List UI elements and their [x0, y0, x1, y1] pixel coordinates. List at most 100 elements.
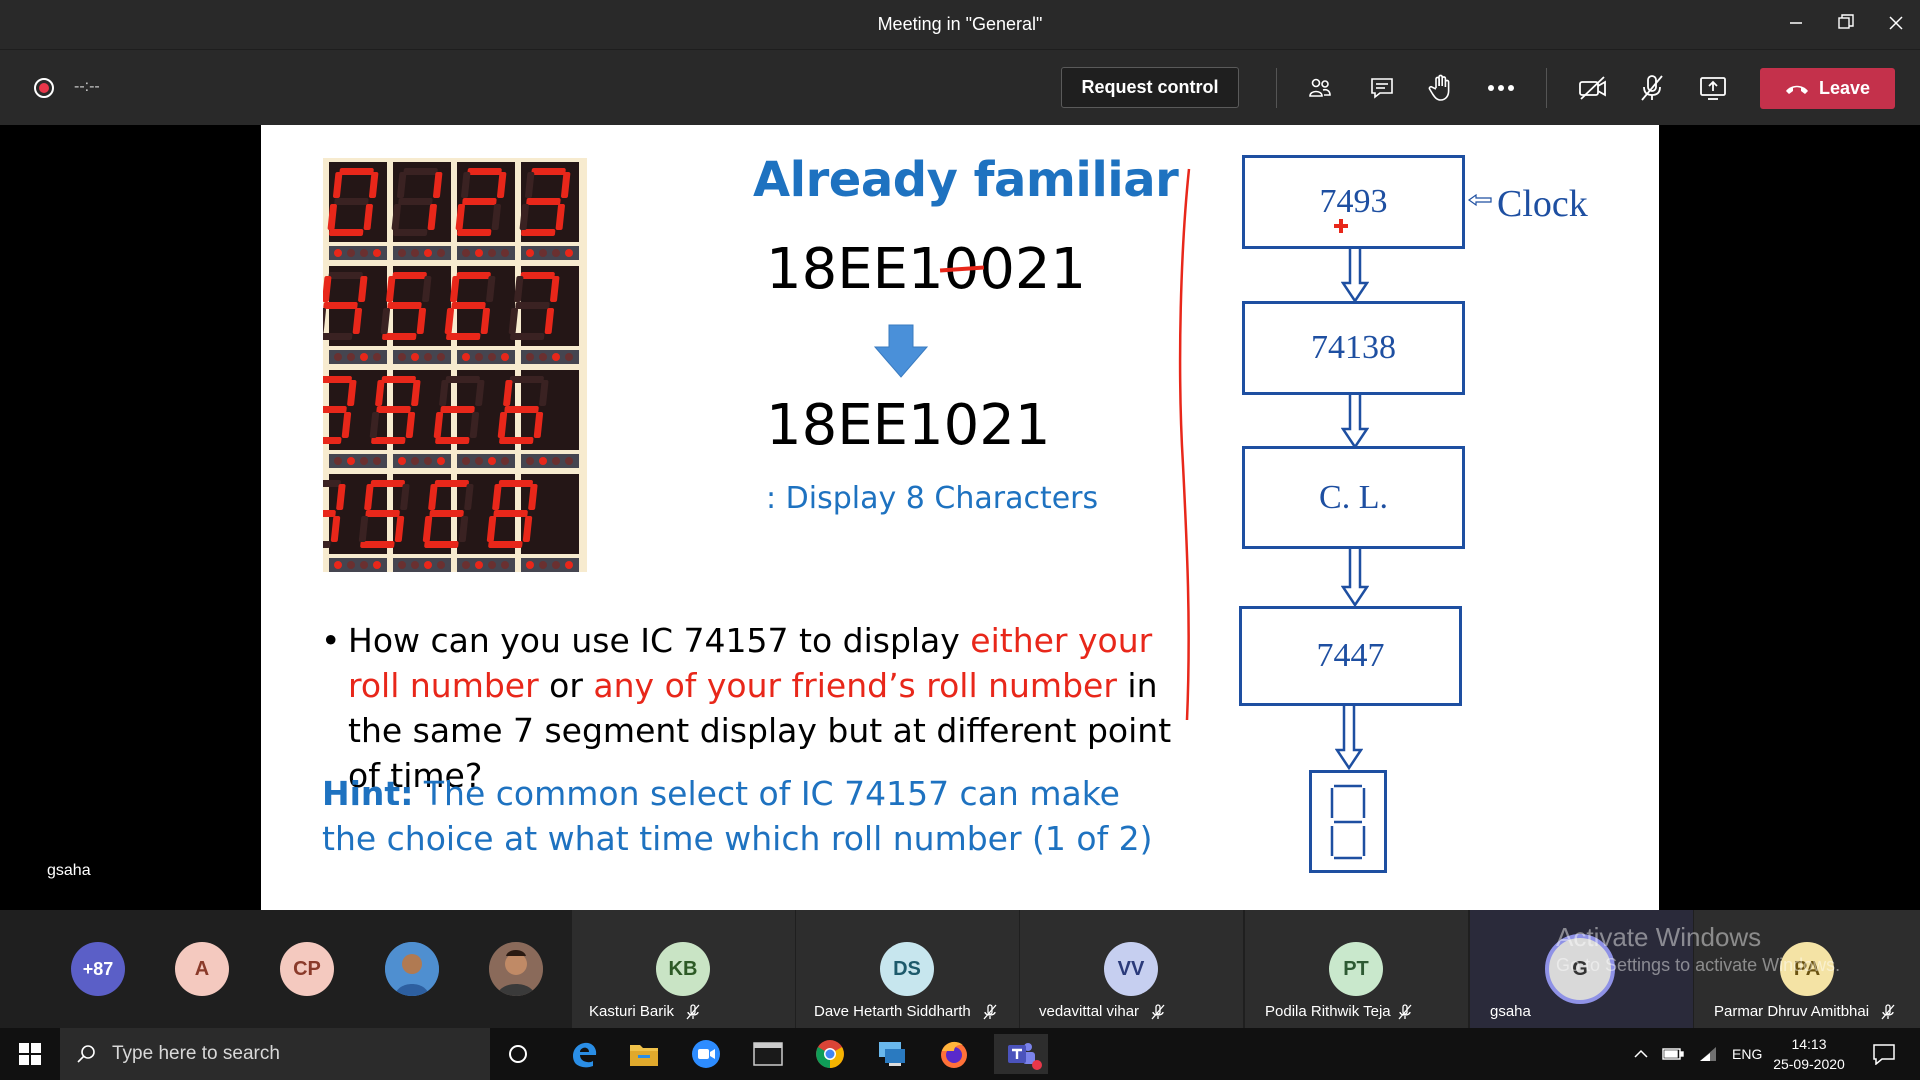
participants-icon[interactable] — [1300, 68, 1340, 108]
led-dot — [539, 249, 547, 257]
digit-segment — [365, 510, 400, 517]
show-hidden-icons[interactable] — [1634, 1049, 1648, 1059]
led-dot — [475, 561, 483, 569]
participant-avatar: KB — [656, 942, 710, 996]
watermark-line-1: Activate Windows — [1556, 922, 1762, 952]
seven-segment-digit — [380, 266, 451, 364]
notifications-icon[interactable] — [1862, 1034, 1906, 1074]
search-icon — [77, 1045, 95, 1063]
led-dot — [334, 561, 342, 569]
system-tray: ENG — [1634, 1028, 1762, 1080]
digit-segment — [323, 302, 358, 309]
overflow-participants-button[interactable]: +87 — [71, 942, 125, 996]
participant-photo-avatar[interactable] — [385, 942, 439, 996]
question-part-2: or — [538, 666, 594, 705]
hint-body: The common select of IC 74157 can make t… — [322, 774, 1153, 858]
taskbar-date: 25-09-2020 — [1773, 1056, 1845, 1072]
seven-segment-digit — [391, 162, 451, 260]
down-arrow-icon — [871, 323, 931, 379]
digit-segment — [499, 437, 534, 444]
led-dot — [488, 353, 496, 361]
remote-desktop-icon[interactable] — [870, 1034, 914, 1074]
toolbar-divider — [1546, 68, 1547, 108]
leave-button[interactable]: Leave — [1760, 68, 1895, 109]
taskbar-clock[interactable]: 14:13 25-09-2020 — [1764, 1034, 1854, 1074]
led-dot — [526, 249, 534, 257]
digit-segment — [531, 168, 566, 175]
led-dot — [334, 457, 342, 465]
zoom-icon[interactable] — [684, 1034, 728, 1074]
led-dot — [552, 249, 560, 257]
digit-segment — [451, 302, 486, 309]
digit-segment — [435, 437, 470, 444]
digit-segment — [382, 333, 417, 340]
teams-icon[interactable] — [994, 1034, 1048, 1074]
led-dot — [334, 249, 342, 257]
raise-hand-icon[interactable] — [1421, 68, 1461, 108]
digit-segment — [440, 406, 475, 413]
led-dot — [565, 561, 573, 569]
phone-hangup-icon — [1785, 85, 1808, 94]
participant-tile[interactable]: DS Dave Hetarth Siddharth — [796, 910, 1019, 1028]
taskbar-search-box[interactable]: Type here to search — [60, 1028, 490, 1080]
digit-segment — [329, 229, 364, 236]
flow-arrow-1 — [1340, 249, 1370, 308]
meeting-toolbar: --:-- Request control Leave — [0, 49, 1920, 125]
participant-tile[interactable]: KB Kasturi Barik — [572, 910, 795, 1028]
request-control-button[interactable]: Request control — [1061, 67, 1239, 108]
participant-tile[interactable]: PT Podila Rithwik Teja — [1245, 910, 1468, 1028]
terminal-icon[interactable] — [746, 1034, 790, 1074]
digit-segment — [456, 272, 491, 279]
digit-segment — [398, 198, 433, 205]
led-dot — [501, 561, 509, 569]
firefox-browser-icon[interactable] — [932, 1034, 976, 1074]
digit-segment — [521, 229, 556, 236]
led-dot — [398, 457, 406, 465]
minimize-icon[interactable] — [1776, 8, 1816, 40]
led-dot — [398, 353, 406, 361]
mic-off-icon[interactable] — [1632, 68, 1672, 108]
chrome-browser-icon[interactable] — [808, 1034, 852, 1074]
edge-browser-icon[interactable] — [562, 1034, 606, 1074]
more-options-icon[interactable] — [1481, 68, 1521, 108]
participant-avatar[interactable]: A — [175, 942, 229, 996]
participant-name: Parmar Dhruv Amitbhai — [1714, 1003, 1870, 1020]
digit-segment — [509, 376, 544, 383]
digit-segment — [488, 541, 523, 548]
led-dot — [501, 457, 509, 465]
led-dot — [462, 353, 470, 361]
participant-name: gsaha — [1490, 1003, 1531, 1020]
close-icon[interactable] — [1876, 8, 1916, 40]
restore-icon[interactable] — [1826, 8, 1866, 40]
file-explorer-icon[interactable] — [622, 1034, 666, 1074]
windows-start-icon[interactable] — [8, 1034, 52, 1074]
flow-block-label: 74138 — [1311, 329, 1396, 366]
chat-icon[interactable] — [1362, 68, 1402, 108]
activate-windows-watermark: Activate Windows Go to Settings to activ… — [1556, 922, 1840, 976]
led-dot — [360, 561, 368, 569]
digit-segment — [371, 437, 406, 444]
led-dot — [424, 561, 432, 569]
wifi-icon[interactable] — [1698, 1046, 1718, 1062]
language-indicator[interactable]: ENG — [1732, 1046, 1762, 1062]
led-dot — [373, 249, 381, 257]
windows-taskbar: Type here to search ENG 14:13 25-09-2020 — [0, 1028, 1920, 1080]
task-view-icon[interactable] — [496, 1034, 540, 1074]
digit-segment — [515, 302, 550, 309]
watermark-line-2: Go to Settings to activate Windows. — [1556, 955, 1841, 975]
hint-label: Hint: — [322, 774, 414, 813]
clock-arrow-icon — [1467, 193, 1493, 207]
digit-segment — [445, 376, 480, 383]
digit-segment — [328, 272, 363, 279]
taskbar-time: 14:13 — [1791, 1036, 1827, 1052]
participant-avatar[interactable]: CP — [280, 942, 334, 996]
led-dot — [347, 353, 355, 361]
led-dot — [360, 353, 368, 361]
participant-tile[interactable]: VV vedavittal vihar — [1020, 910, 1243, 1028]
camera-off-icon[interactable] — [1573, 68, 1613, 108]
participant-photo-avatar[interactable] — [489, 942, 543, 996]
led-dot — [437, 249, 445, 257]
led-dot — [552, 353, 560, 361]
battery-icon[interactable] — [1662, 1047, 1684, 1061]
share-screen-icon[interactable] — [1693, 68, 1733, 108]
